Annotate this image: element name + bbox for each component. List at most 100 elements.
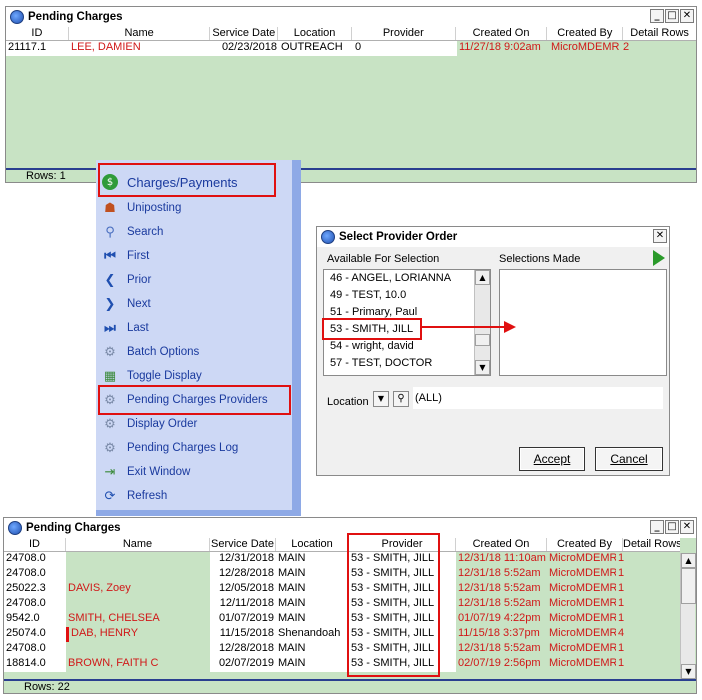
menu-item-refresh[interactable]: ⟳ Refresh bbox=[102, 485, 168, 507]
menu-item-label: Refresh bbox=[127, 490, 168, 502]
col-detail-rows[interactable]: Detail Rows bbox=[623, 538, 680, 551]
cell-created-by: MicroMDEMR bbox=[549, 642, 616, 654]
cell-created-by: MicroMDEMR bbox=[549, 597, 616, 609]
cancel-button[interactable]: Cancel bbox=[595, 447, 663, 471]
col-id[interactable]: ID bbox=[6, 27, 69, 40]
app-logo-icon bbox=[8, 521, 22, 535]
dialog-title: Select Provider Order bbox=[339, 231, 458, 243]
grid-header: ID Name Service Date Location Provider C… bbox=[4, 538, 680, 552]
cell-detail-rows: 1 bbox=[618, 567, 625, 579]
menu-item-toggle-display[interactable]: ▦ Toggle Display bbox=[102, 365, 202, 387]
window-title: Pending Charges bbox=[28, 11, 123, 23]
close-button[interactable]: ✕ bbox=[653, 229, 667, 243]
col-name[interactable]: Name bbox=[69, 27, 211, 40]
location-dropdown-button[interactable]: ▼ bbox=[373, 391, 389, 407]
menu-item-pending-charges-log[interactable]: ⚙ Pending Charges Log bbox=[102, 437, 238, 459]
exit-icon: ⇥ bbox=[104, 464, 116, 480]
highlight-smith-jill-item bbox=[322, 318, 422, 340]
menu-item-label: Uniposting bbox=[127, 202, 182, 214]
menu-item-first[interactable]: ⏮ First bbox=[102, 245, 149, 267]
col-created-by[interactable]: Created By bbox=[547, 538, 623, 551]
location-lookup-button[interactable]: ⚲ bbox=[393, 391, 409, 407]
menu-item-exit-window[interactable]: ⇥ Exit Window bbox=[102, 461, 191, 483]
cell-id: 24708.0 bbox=[4, 597, 66, 612]
list-item[interactable]: 49 - TEST, 10.0 bbox=[324, 287, 490, 304]
menu-item-display-order[interactable]: ⚙ Display Order bbox=[102, 413, 197, 435]
select-provider-order-dialog: Select Provider Order ✕ Available For Se… bbox=[316, 226, 670, 476]
cell-id: 25022.3 bbox=[4, 582, 66, 597]
col-created-on[interactable]: Created On bbox=[456, 27, 548, 40]
col-created-by[interactable]: Created By bbox=[547, 27, 624, 40]
list-item[interactable]: 46 - ANGEL, LORIANNA bbox=[324, 270, 490, 287]
menu-item-next[interactable]: ❯ Next bbox=[102, 293, 151, 315]
cell-service-date: 12/28/2018 bbox=[210, 567, 276, 582]
cell-created-by: MicroMDEMR bbox=[549, 552, 616, 564]
red-arrow-head-icon bbox=[504, 321, 516, 333]
scroll-thumb[interactable] bbox=[681, 568, 696, 604]
minimize-button[interactable]: _ bbox=[650, 9, 664, 23]
menu-item-prior[interactable]: ❮ Prior bbox=[102, 269, 152, 291]
move-right-arrow-icon[interactable] bbox=[653, 250, 665, 266]
cell-location: MAIN bbox=[276, 597, 349, 612]
maximize-button[interactable]: □ bbox=[665, 520, 679, 534]
col-created-on[interactable]: Created On bbox=[456, 538, 547, 551]
cell-detail-rows: 1 bbox=[618, 657, 625, 669]
cell-service-date: 12/11/2018 bbox=[210, 597, 276, 612]
cell-location: MAIN bbox=[276, 567, 349, 582]
cell-detail-rows: 1 bbox=[618, 552, 625, 564]
rows-count: Rows: 22 bbox=[4, 679, 696, 693]
list-item[interactable]: 54 - wright, david bbox=[324, 338, 490, 355]
red-arrow-line bbox=[422, 326, 506, 328]
menu-item-last[interactable]: ⏭ Last bbox=[102, 317, 149, 339]
highlight-pending-charges-providers bbox=[98, 385, 291, 415]
cell-id: 21117.1 bbox=[6, 41, 69, 56]
gear-icon: ⚙ bbox=[104, 416, 116, 432]
app-logo-icon bbox=[321, 230, 335, 244]
cell-service-date: 12/05/2018 bbox=[210, 582, 276, 597]
cell-detail-rows: 2 bbox=[623, 41, 630, 53]
scroll-up-icon[interactable]: ▲ bbox=[475, 270, 490, 285]
vertical-scrollbar[interactable]: ▲ ▼ bbox=[474, 270, 490, 375]
col-detail-rows[interactable]: Detail Rows bbox=[623, 27, 696, 40]
menu-item-uniposting[interactable]: ☗ Uniposting bbox=[102, 197, 181, 219]
col-service-date[interactable]: Service Date bbox=[210, 27, 279, 40]
scroll-thumb[interactable] bbox=[475, 334, 490, 346]
close-button[interactable]: ✕ bbox=[680, 520, 694, 534]
close-button[interactable]: ✕ bbox=[680, 9, 694, 23]
cell-created-by: MicroMDEMR bbox=[549, 567, 616, 579]
col-location[interactable]: Location bbox=[278, 27, 352, 40]
highlight-provider-column bbox=[347, 533, 440, 677]
vertical-scrollbar[interactable]: ▲ ▼ bbox=[680, 553, 696, 679]
minimize-button[interactable]: _ bbox=[650, 520, 664, 534]
col-provider[interactable]: Provider bbox=[352, 27, 456, 40]
cell-name bbox=[66, 567, 210, 582]
cell-created-by: MicroMDEMR bbox=[549, 627, 616, 639]
cell-created-by: MicroMDEMR bbox=[549, 612, 616, 624]
magnifier-icon: ⚲ bbox=[105, 224, 115, 240]
list-item[interactable]: 57 - TEST, DOCTOR bbox=[324, 355, 490, 372]
cell-location: MAIN bbox=[276, 582, 349, 597]
menu-item-search[interactable]: ⚲ Search bbox=[102, 221, 163, 243]
table-row[interactable]: 21117.1 LEE, DAMIEN 02/23/2018 OUTREACH … bbox=[6, 41, 696, 56]
cell-created-on: 11/15/18 3:37pm bbox=[458, 627, 540, 639]
cell-service-date: 01/07/2019 bbox=[210, 612, 276, 627]
selections-list[interactable] bbox=[499, 269, 667, 376]
scroll-down-icon[interactable]: ▼ bbox=[681, 664, 696, 679]
col-name[interactable]: Name bbox=[66, 538, 210, 551]
maximize-button[interactable]: □ bbox=[665, 9, 679, 23]
menu-item-label: Display Order bbox=[127, 418, 198, 430]
col-location[interactable]: Location bbox=[276, 538, 349, 551]
menu-item-label: Batch Options bbox=[127, 346, 200, 358]
scroll-down-icon[interactable]: ▼ bbox=[475, 360, 490, 375]
cell-id: 24708.0 bbox=[4, 567, 66, 582]
scroll-up-icon[interactable]: ▲ bbox=[681, 553, 696, 568]
menu-item-label: Exit Window bbox=[127, 466, 191, 478]
col-service-date[interactable]: Service Date bbox=[210, 538, 276, 551]
menu-item-batch-options[interactable]: ⚙ Batch Options bbox=[102, 341, 199, 363]
cell-name bbox=[66, 597, 210, 612]
cell-service-date: 12/28/2018 bbox=[210, 642, 276, 657]
menu-item-label: Toggle Display bbox=[127, 370, 202, 382]
cell-name bbox=[66, 552, 210, 567]
accept-button[interactable]: Accept bbox=[519, 447, 585, 471]
col-id[interactable]: ID bbox=[4, 538, 66, 551]
